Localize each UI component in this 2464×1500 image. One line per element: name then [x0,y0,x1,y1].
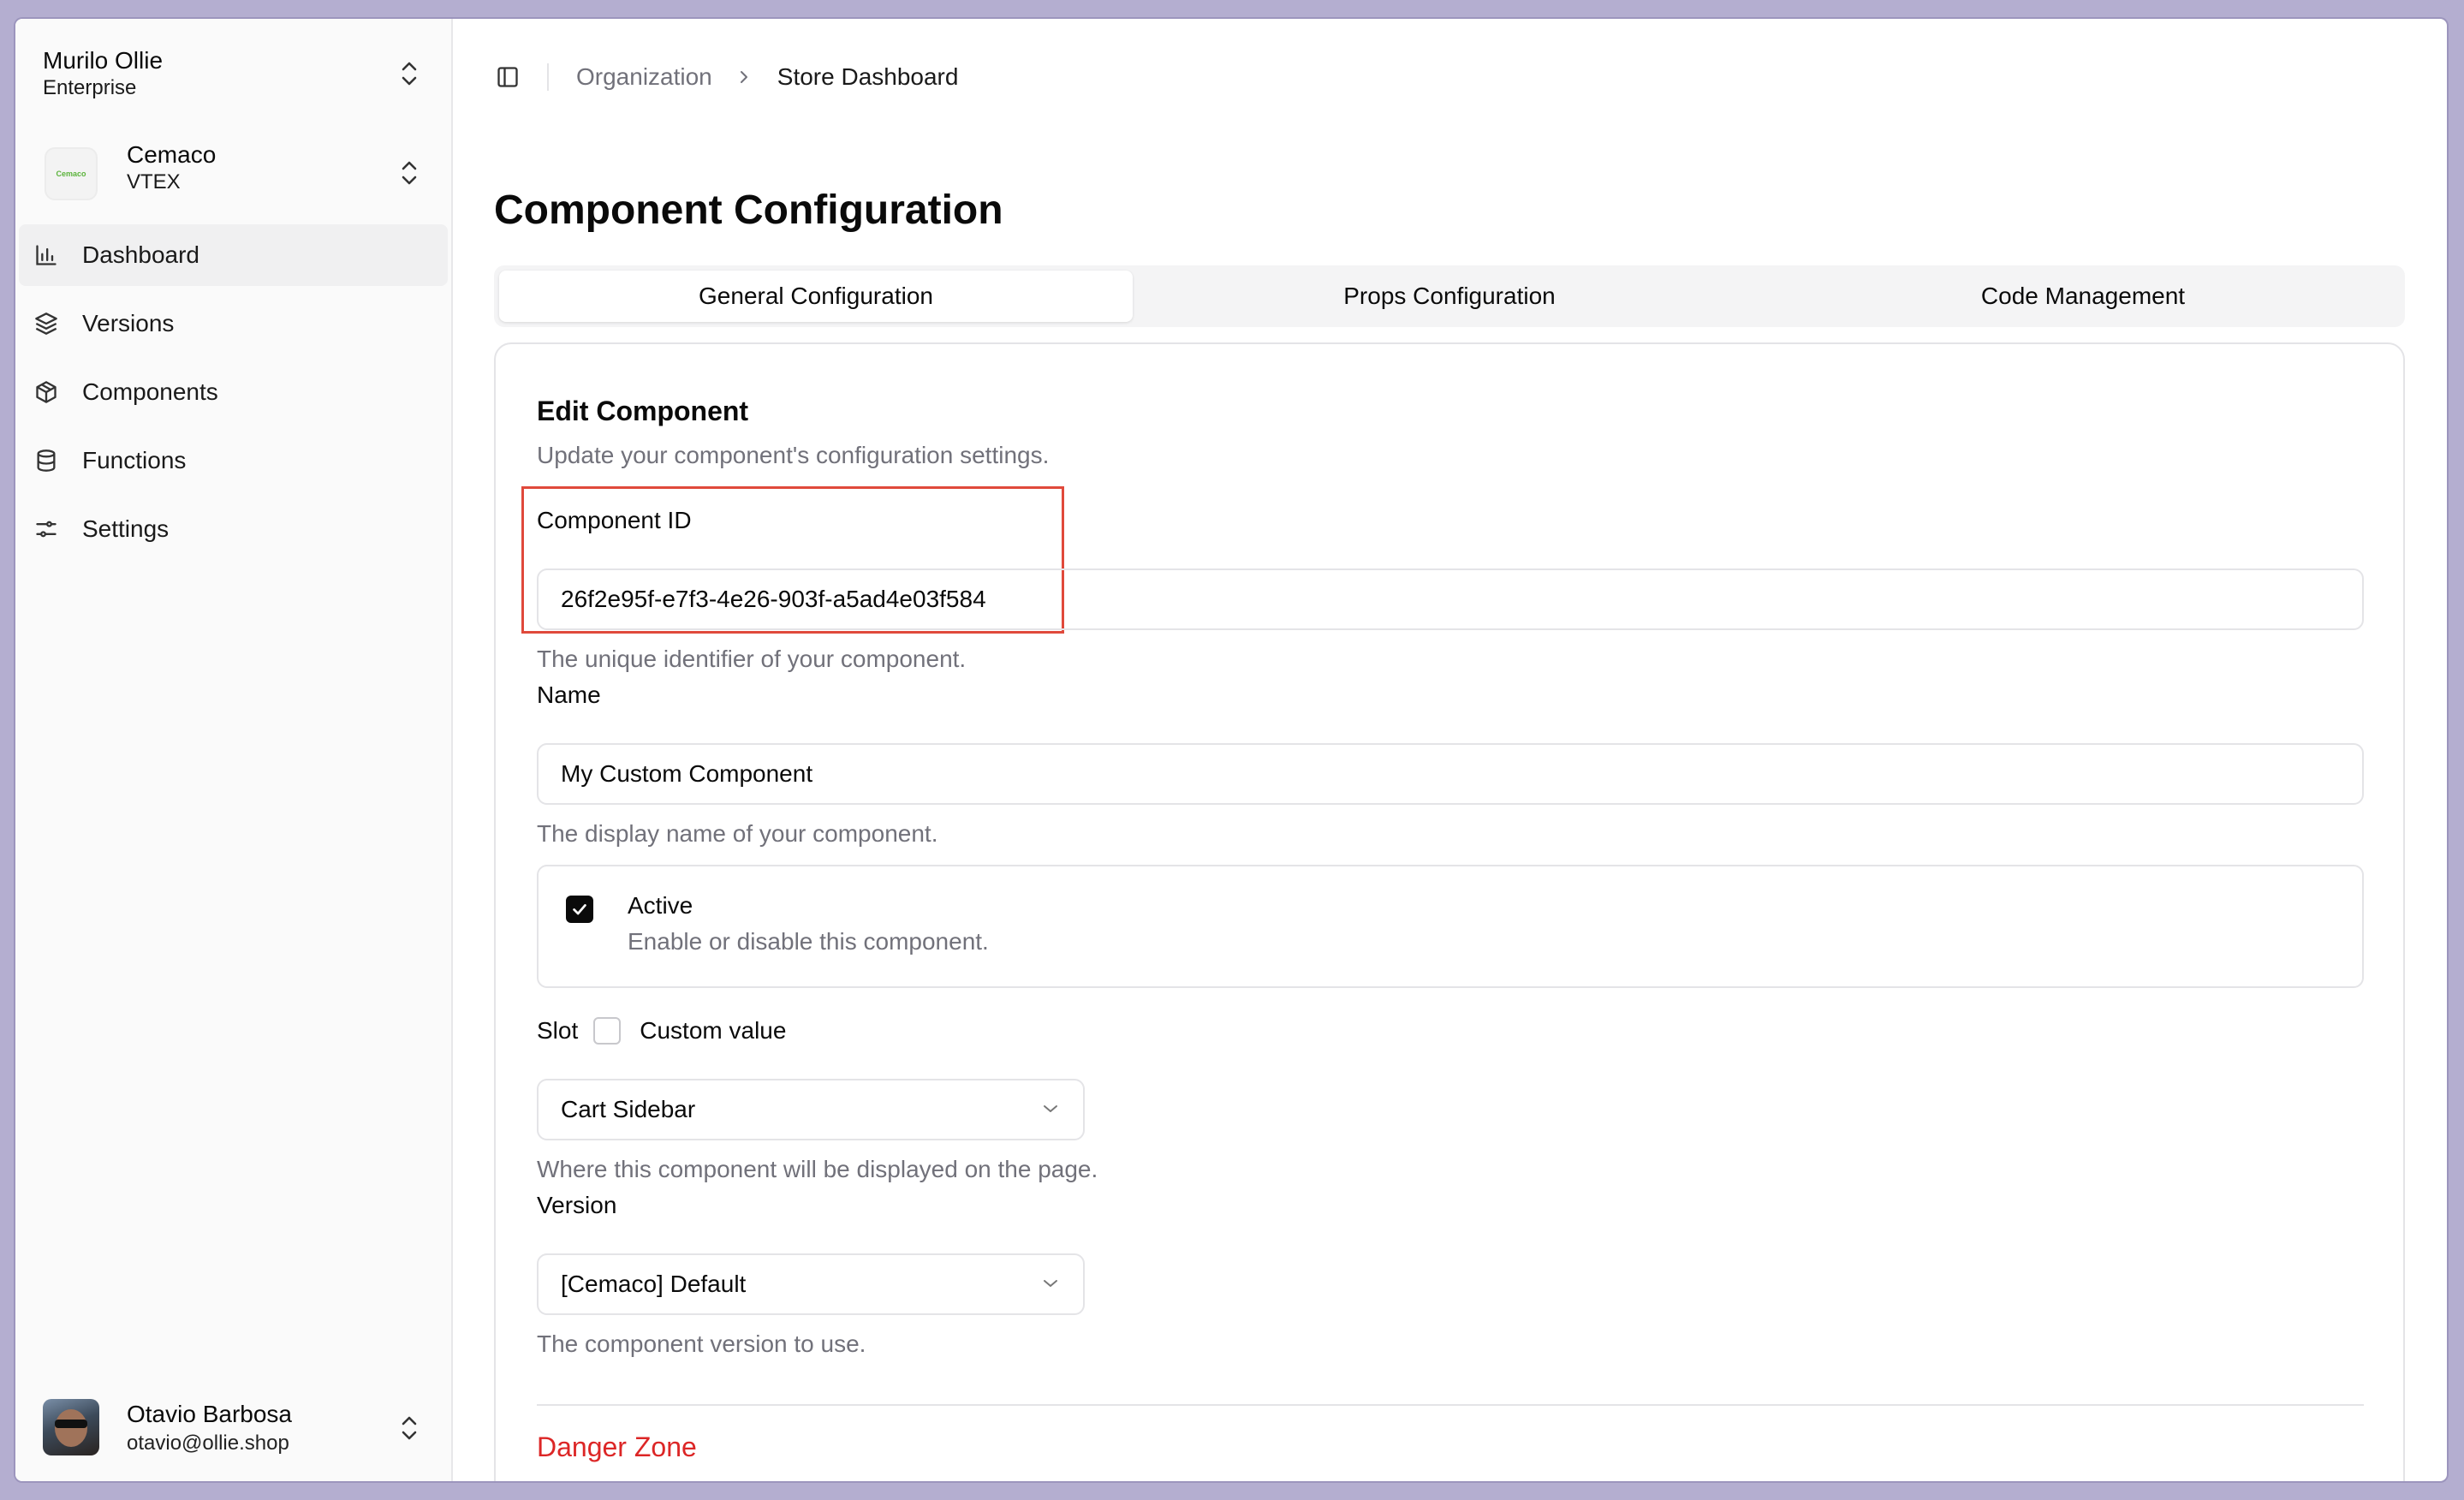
sidebar-item-label: Versions [82,310,175,336]
page-title: Component Configuration [494,188,1003,233]
app-window: Murilo Ollie Enterprise Cemaco Cemaco VT… [15,19,2447,1481]
section-divider [537,1404,2364,1406]
version-value: [Cemaco] Default [561,1271,747,1297]
version-hint: The component version to use. [537,1330,866,1357]
tab-props-configuration[interactable]: Props Configuration [1133,271,1766,322]
breadcrumb: Organization Store Dashboard [576,63,958,91]
org-name: Murilo Ollie [43,47,164,74]
active-checkbox[interactable] [566,896,593,923]
sidebar-toggle-icon[interactable] [494,63,521,91]
chevron-down-icon [1044,1105,1057,1112]
custom-value-label: Custom value [640,1017,787,1044]
tab-code-management[interactable]: Code Management [1766,271,2400,322]
active-label: Active [628,892,693,919]
topbar: Organization Store Dashboard [494,60,958,94]
main-content: Organization Store Dashboard Component C… [453,19,2447,1481]
avatar [43,1399,99,1455]
edit-component-card: Edit Component Update your component's c… [494,342,2405,1481]
sidebar-item-components[interactable]: Components [19,361,448,423]
sidebar-nav: Dashboard Versions Components Functions [15,224,451,567]
check-icon [573,904,586,915]
package-icon [33,378,60,406]
name-label: Name [537,682,601,708]
card-title: Edit Component [537,396,749,426]
topbar-divider [547,63,549,91]
bar-chart-icon [33,241,60,269]
org-plan: Enterprise [43,76,137,99]
chevrons-up-down-icon [402,1416,417,1440]
store-switcher[interactable]: Cemaco Cemaco VTEX [43,140,437,212]
organization-switcher[interactable]: Murilo Ollie Enterprise [43,46,437,115]
active-description: Enable or disable this component. [628,928,989,955]
name-value: My Custom Component [561,760,813,787]
custom-value-checkbox[interactable] [593,1017,622,1045]
chevron-right-icon [738,68,752,86]
store-logo: Cemaco [45,147,98,200]
chevrons-up-down-icon [402,62,417,86]
tab-list: General Configuration Props Configuratio… [494,265,2405,327]
user-name: Otavio Barbosa [127,1401,292,1427]
chevron-down-icon [1044,1280,1057,1287]
sidebar-item-versions[interactable]: Versions [19,293,448,354]
store-platform: VTEX [127,170,181,193]
slot-row: Slot Custom value [537,1017,786,1045]
component-id-field[interactable]: 26f2e95f-e7f3-4e26-903f-a5ad4e03f584 [537,568,2364,630]
component-id-label: Component ID [537,507,692,533]
slot-label: Slot [537,1017,579,1044]
sliders-icon [33,515,60,543]
layers-icon [33,310,60,337]
store-name: Cemaco [127,141,217,168]
sidebar-item-settings[interactable]: Settings [19,498,448,560]
slot-select[interactable]: Cart Sidebar [537,1079,1085,1140]
card-description: Update your component's configuration se… [537,442,1050,468]
chevrons-up-down-icon [402,161,417,185]
database-icon [33,447,60,474]
danger-zone-heading: Danger Zone [537,1432,697,1462]
component-id-value: 26f2e95f-e7f3-4e26-903f-a5ad4e03f584 [561,586,986,612]
breadcrumb-organization[interactable]: Organization [576,63,712,91]
tab-general-configuration[interactable]: General Configuration [499,271,1133,322]
slot-hint: Where this component will be displayed o… [537,1156,1098,1182]
slot-value: Cart Sidebar [561,1096,696,1122]
user-menu[interactable]: Otavio Barbosa otavio@ollie.shop [43,1397,437,1457]
name-field[interactable]: My Custom Component [537,743,2364,805]
breadcrumb-current: Store Dashboard [777,63,959,90]
sidebar-item-functions[interactable]: Functions [19,430,448,491]
sidebar: Murilo Ollie Enterprise Cemaco Cemaco VT… [15,19,453,1481]
sidebar-item-label: Dashboard [82,241,199,268]
sidebar-item-label: Functions [82,447,187,473]
sidebar-item-label: Settings [82,515,170,542]
name-hint: The display name of your component. [537,820,938,847]
version-label: Version [537,1192,617,1218]
active-toggle-box: Active Enable or disable this component. [537,865,2364,988]
version-select[interactable]: [Cemaco] Default [537,1253,1085,1315]
sidebar-item-label: Components [82,378,218,405]
component-id-hint: The unique identifier of your component. [537,646,967,672]
sidebar-item-dashboard[interactable]: Dashboard [19,224,448,286]
user-email: otavio@ollie.shop [127,1432,289,1455]
